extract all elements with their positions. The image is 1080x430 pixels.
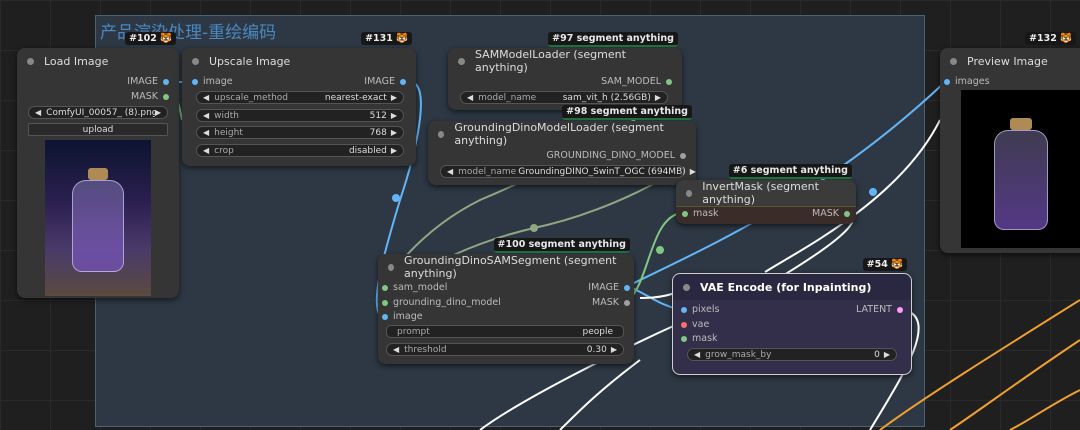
node-badge: #97 segment anything — [548, 32, 678, 47]
input-images-slot[interactable]: images — [944, 76, 990, 87]
input-pixels-slot[interactable]: pixels — [681, 304, 719, 315]
grounding-dino-sam-segment-node[interactable]: #100 segment anything GroundingDinoSAMSe… — [378, 238, 634, 364]
load-image-node[interactable]: #102 🐯 Load Image IMAGE MASK ◀ ComfyUI_0… — [17, 32, 179, 298]
node-badge: #6 segment anything — [728, 164, 852, 179]
collapse-dot-icon[interactable] — [27, 57, 34, 65]
collapse-dot-icon[interactable] — [683, 283, 690, 291]
node-badge: #131 🐯 — [361, 32, 412, 45]
collapse-dot-icon[interactable] — [438, 130, 445, 138]
sam-model-select[interactable]: ◀ model_name sam_vit_h (2.56GB) ▶ — [460, 91, 668, 104]
vae-encode-inpainting-node[interactable]: #54 🐯 VAE Encode (for Inpainting) pixels… — [672, 258, 912, 375]
threshold-stepper[interactable]: ◀ threshold 0.30 ▶ — [386, 343, 624, 356]
input-mask-slot[interactable]: mask — [682, 208, 719, 219]
output-mask-slot[interactable]: MASK — [592, 297, 630, 308]
arrow-right-icon[interactable]: ▶ — [155, 108, 161, 117]
node-title-bar[interactable]: InvertMask (segment anything) — [676, 180, 856, 207]
node-title-bar[interactable]: SAMModelLoader (segment anything) — [448, 48, 682, 74]
node-badge: #100 segment anything — [493, 238, 630, 253]
node-badge: #54 🐯 — [862, 258, 907, 271]
crop-select[interactable]: ◀ crop disabled ▶ — [196, 144, 404, 157]
image-preview — [45, 140, 151, 296]
node-title: Load Image — [44, 54, 109, 68]
node-title-bar[interactable]: Load Image — [17, 48, 179, 74]
output-image-slot[interactable]: IMAGE — [127, 76, 169, 87]
node-title-bar[interactable]: GroundingDinoModelLoader (segment anythi… — [428, 121, 696, 147]
upload-button[interactable]: upload — [28, 123, 168, 136]
node-title: SAMModelLoader (segment anything) — [474, 48, 626, 74]
output-latent-slot[interactable]: LATENT — [856, 304, 903, 315]
node-title: GroundingDinoModelLoader (segment anythi… — [454, 121, 664, 147]
grounding-dino-loader-node[interactable]: #98 segment anything GroundingDinoModelL… — [428, 105, 696, 185]
node-title: GroundingDinoSAMSegment (segment anythin… — [403, 254, 617, 280]
prompt-input[interactable]: prompt people — [386, 325, 624, 338]
node-title-bar[interactable]: GroundingDinoSAMSegment (segment anythin… — [378, 254, 634, 280]
preview-image-node[interactable]: #132 🐯 Preview Image images — [940, 32, 1080, 253]
node-badge: #102 🐯 — [125, 32, 176, 45]
node-title: VAE Encode (for Inpainting) — [700, 280, 872, 294]
arrow-left-icon[interactable]: ◀ — [35, 108, 41, 117]
upscale-image-node[interactable]: #131 🐯 Upscale Image image IMAGE ◀ upscal… — [182, 32, 416, 166]
invert-mask-node[interactable]: #6 segment anything InvertMask (segment … — [676, 164, 856, 224]
output-image-slot[interactable]: IMAGE — [364, 76, 406, 87]
grow-mask-by-stepper[interactable]: ◀ grow_mask_by 0 ▶ — [687, 348, 897, 361]
node-title: Upscale Image — [209, 54, 291, 68]
output-dino-model-slot[interactable]: GROUNDING_DINO_MODEL — [546, 150, 686, 161]
input-dino-model-slot[interactable]: grounding_dino_model — [382, 297, 501, 308]
collapse-dot-icon[interactable] — [686, 189, 693, 197]
output-sam-model-slot[interactable]: SAM_MODEL — [601, 76, 672, 87]
collapse-dot-icon[interactable] — [388, 263, 394, 271]
node-title: Preview Image — [967, 54, 1048, 68]
node-badge: #98 segment anything — [562, 105, 692, 120]
dino-model-select[interactable]: ◀ model_name GroundingDINO_SwinT_OGC (694M… — [440, 165, 696, 178]
upscale-method-select[interactable]: ◀ upscale_method nearest-exact ▶ — [196, 91, 404, 104]
width-stepper[interactable]: ◀ width 512 ▶ — [196, 109, 404, 122]
sam-model-loader-node[interactable]: #97 segment anything SAMModelLoader (seg… — [448, 32, 682, 110]
output-image-slot[interactable]: IMAGE — [588, 282, 630, 293]
input-sam-model-slot[interactable]: sam_model — [382, 282, 447, 293]
node-title-bar[interactable]: Upscale Image — [182, 48, 416, 74]
node-badge: #132 🐯 — [1025, 32, 1076, 45]
image-select[interactable]: ◀ ComfyUI_00057_ (8).png ▶ — [28, 106, 168, 119]
height-stepper[interactable]: ◀ height 768 ▶ — [196, 126, 404, 139]
node-title-bar[interactable]: Preview Image — [940, 48, 1080, 74]
node-title-bar[interactable]: VAE Encode (for Inpainting) — [673, 274, 911, 300]
input-image-slot[interactable]: image — [192, 76, 233, 87]
output-mask-slot[interactable]: MASK — [131, 91, 169, 102]
input-mask-slot[interactable]: mask — [681, 333, 718, 344]
input-image-slot[interactable]: image — [382, 311, 423, 322]
collapse-dot-icon[interactable] — [192, 57, 199, 65]
input-vae-slot[interactable]: vae — [681, 319, 709, 330]
node-title: InvertMask (segment anything) — [702, 180, 819, 206]
collapse-dot-icon[interactable] — [458, 57, 465, 65]
collapse-dot-icon[interactable] — [950, 57, 957, 65]
output-mask-slot[interactable]: MASK — [812, 208, 850, 219]
preview-output-image — [961, 90, 1080, 248]
